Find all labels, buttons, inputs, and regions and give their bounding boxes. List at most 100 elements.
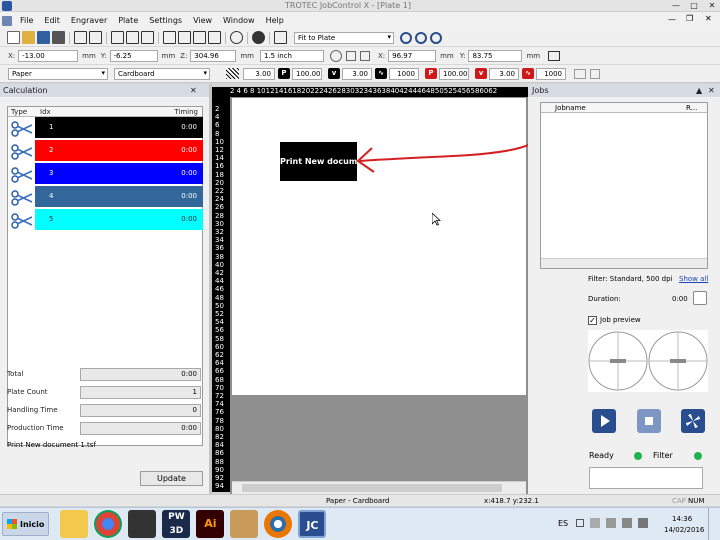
blender-icon[interactable] [264, 510, 293, 538]
move-target-icon[interactable] [359, 50, 370, 61]
power-field[interactable]: 100.00 [292, 67, 322, 80]
close-panel-icon[interactable]: ✕ [708, 84, 715, 97]
jobs-list-scrollbar[interactable] [541, 258, 707, 268]
refresh-icon[interactable] [230, 31, 243, 44]
show-all-link[interactable]: Show all [679, 275, 708, 283]
move-icon[interactable] [74, 31, 87, 44]
engrave-passes-field[interactable]: 3.00 [243, 67, 275, 80]
tray-volume-icon[interactable] [638, 518, 648, 528]
print-icon[interactable] [52, 31, 65, 44]
ppi-field[interactable]: 1000 [389, 67, 419, 80]
gear-icon[interactable] [252, 31, 265, 44]
menu-settings[interactable]: Settings [149, 16, 182, 25]
material-select[interactable]: Cardboard ▾ [114, 67, 210, 80]
ruler-left-tick-label: 74 [215, 400, 224, 409]
jobs-header: Jobs ▲ ✕ [528, 84, 720, 97]
cut-ppi-field[interactable]: 1000 [536, 67, 566, 80]
menu-edit[interactable]: Edit [44, 16, 60, 25]
menu-plate[interactable]: Plate [118, 16, 138, 25]
new-icon[interactable] [7, 31, 20, 44]
language-indicator[interactable]: ES [558, 519, 568, 528]
menu-engraver[interactable]: Engraver [71, 16, 107, 25]
x-field[interactable]: -13.00 [18, 49, 79, 62]
table-row[interactable]: 1 0:00 [8, 117, 203, 140]
clock-date[interactable]: 14/02/2016 [664, 526, 704, 534]
align-top-icon[interactable] [126, 31, 139, 44]
fit-icon[interactable] [274, 31, 287, 44]
show-desktop-button[interactable] [708, 508, 720, 540]
anchor-icon[interactable] [548, 50, 561, 61]
transfer-icon[interactable] [208, 31, 221, 44]
cut-power-field[interactable]: 100.00 [439, 67, 469, 80]
table-row[interactable]: 2 0:00 [8, 140, 203, 163]
menu-help[interactable]: Help [266, 16, 284, 25]
scroll-thumb[interactable] [242, 484, 502, 492]
ruler-left-tick-label: 56 [215, 326, 224, 335]
x2-field[interactable]: 96.97 [388, 49, 437, 62]
arrange-icon[interactable] [89, 31, 102, 44]
tray-arrow-icon[interactable] [576, 519, 584, 527]
y2-field[interactable]: 83.75 [468, 49, 523, 62]
align-center-icon[interactable] [141, 31, 154, 44]
jobs-list[interactable]: Jobname R... [540, 102, 708, 269]
zoom-select[interactable]: Fit to Plate ▾ [294, 31, 394, 44]
horizontal-scrollbar[interactable] [232, 481, 526, 494]
text-object[interactable]: Print New document [280, 142, 357, 181]
menu-file[interactable]: File [20, 16, 33, 25]
tools-icon[interactable] [230, 510, 259, 538]
clock-time[interactable]: 14:36 [672, 515, 692, 523]
menu-window[interactable]: Window [223, 16, 255, 25]
tray-network-icon[interactable] [622, 518, 632, 528]
duplicate-icon[interactable] [193, 31, 206, 44]
stop-button[interactable] [637, 409, 661, 433]
save-icon[interactable] [37, 31, 50, 44]
table-row[interactable]: 5 0:00 [8, 209, 203, 232]
mdi-close-icon[interactable]: ✕ [705, 14, 712, 23]
undo-icon[interactable] [574, 68, 586, 79]
zoom-out-icon[interactable] [430, 31, 442, 44]
start-button[interactable]: Inicio [2, 512, 50, 536]
cut-velocity-field[interactable]: 3.00 [489, 67, 519, 80]
z-field[interactable]: 304.96 [190, 49, 237, 62]
lens-select[interactable]: 1.5 inch [259, 49, 324, 62]
zoom-in-icon[interactable] [415, 31, 427, 44]
maximize-icon[interactable]: □ [686, 0, 702, 11]
autofocus-icon[interactable] [329, 49, 342, 62]
start-button[interactable] [592, 409, 616, 433]
job-preview-checkbox[interactable]: ✓ [588, 316, 597, 325]
open-icon[interactable] [22, 31, 35, 44]
save-material-icon[interactable] [590, 68, 600, 79]
chrome-icon[interactable] [94, 510, 123, 538]
ungroup-icon[interactable] [178, 31, 191, 44]
relative-icon[interactable] [345, 50, 356, 61]
table-row[interactable]: 3 0:00 [8, 163, 203, 186]
zoom-icon[interactable] [400, 31, 412, 44]
jobcontrol-icon[interactable]: JC [298, 510, 327, 538]
tray-battery-icon[interactable] [606, 518, 616, 528]
timer-icon[interactable] [693, 291, 707, 305]
power-badge: P [278, 68, 290, 79]
windows-logo-icon [7, 519, 17, 529]
minimize-icon[interactable]: — [668, 0, 684, 11]
align-left-icon[interactable] [111, 31, 124, 44]
mdi-minimize-icon[interactable]: — [668, 15, 676, 24]
table-row[interactable]: 4 0:00 [8, 186, 203, 209]
y-field[interactable]: -6.25 [109, 49, 158, 62]
update-button[interactable]: Update [140, 471, 203, 486]
illustrator-icon[interactable]: Ai [196, 510, 225, 538]
pin-icon[interactable]: ✕ [190, 84, 197, 97]
ruler-left-tick-label: 30 [215, 219, 224, 228]
explorer-icon[interactable] [60, 510, 89, 538]
inkscape-icon[interactable] [128, 510, 157, 538]
exhaust-fan-button[interactable] [681, 409, 705, 433]
pin-icon[interactable]: ▲ [696, 84, 702, 97]
group-icon[interactable] [163, 31, 176, 44]
tray-flag-icon[interactable] [590, 518, 600, 528]
ruler-left-tick-label: 28 [215, 211, 224, 220]
close-icon[interactable]: ✕ [704, 0, 720, 11]
velocity-field[interactable]: 3.00 [342, 67, 372, 80]
material-group-select[interactable]: Paper ▾ [8, 67, 108, 80]
pw3d-icon[interactable]: PW 3D [162, 510, 191, 538]
mdi-restore-icon[interactable]: ❐ [686, 14, 693, 23]
menu-view[interactable]: View [193, 16, 212, 25]
